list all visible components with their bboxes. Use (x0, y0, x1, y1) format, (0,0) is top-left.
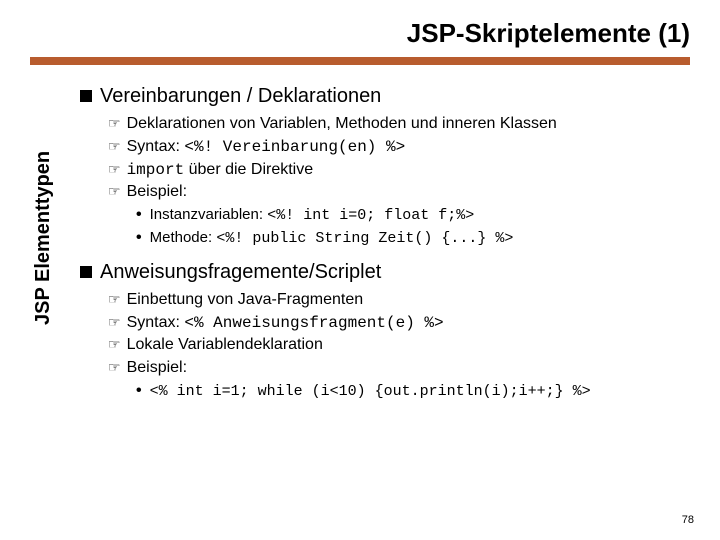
heading-text: Anweisungsfragemente/Scriplet (100, 261, 381, 283)
page-number: 78 (682, 514, 694, 526)
sidebar-label: JSP Elementtypen (32, 151, 55, 325)
heading-text: Vereinbarungen / Deklarationen (100, 85, 381, 107)
slide-title: JSP-Skriptelemente (1) (30, 18, 690, 49)
list-item: Lokale Variablendeklaration (108, 335, 700, 356)
sub-list-item: Methode: <%! public String Zeit() {...} … (136, 228, 700, 249)
title-area: JSP-Skriptelemente (1) (0, 0, 720, 57)
content-area: JSP Elementtypen Vereinbarungen / Deklar… (0, 85, 720, 402)
list-item: import über die Direktive (108, 160, 700, 181)
list-item: Einbettung von Java-Fragmenten (108, 290, 700, 311)
list-item: Beispiel: (108, 358, 700, 379)
list-item: Syntax: <% Anweisungsfragment(e) %> (108, 313, 700, 334)
section-heading: Vereinbarungen / Deklarationen (80, 85, 700, 108)
title-rule (30, 57, 690, 65)
sub-list-item: <% int i=1; while (i<10) {out.println(i)… (136, 381, 700, 402)
list-item: Syntax: <%! Vereinbarung(en) %> (108, 137, 700, 158)
list-item: Deklarationen von Variablen, Methoden un… (108, 114, 700, 135)
square-bullet-icon (80, 90, 92, 102)
square-bullet-icon (80, 266, 92, 278)
section-heading: Anweisungsfragemente/Scriplet (80, 261, 700, 284)
list-item: Beispiel: (108, 182, 700, 203)
sub-list-item: Instanzvariablen: <%! int i=0; float f;%… (136, 205, 700, 226)
